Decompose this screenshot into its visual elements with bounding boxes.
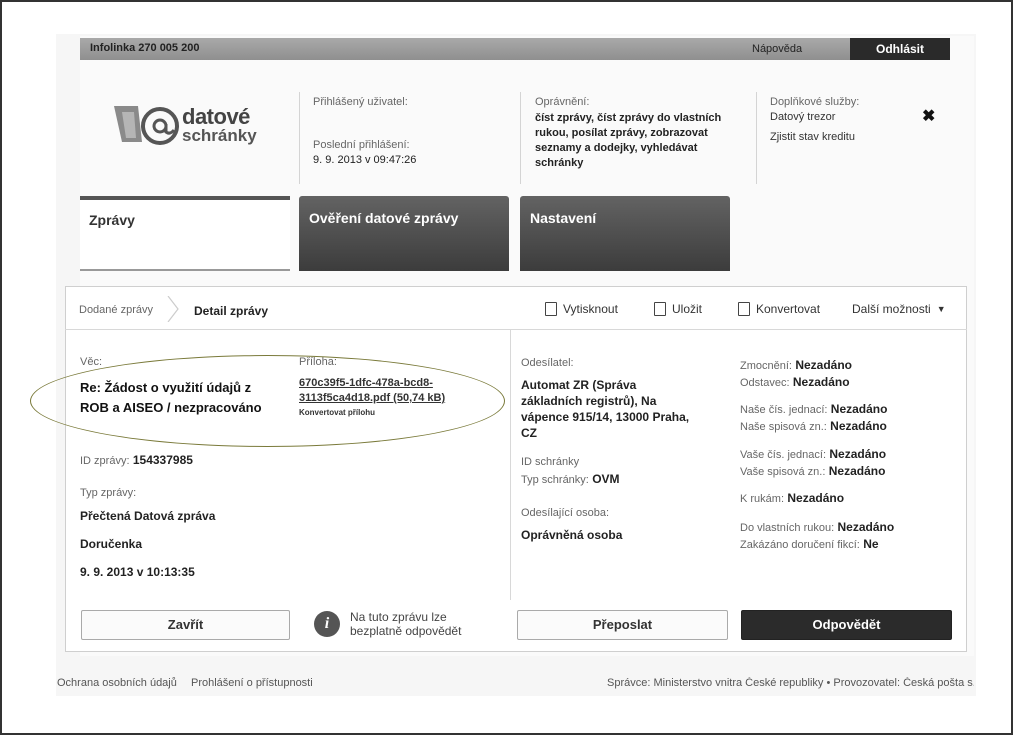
details-group-1: Zmocnění: Nezadáno Odstavec: Nezadáno [740, 357, 852, 391]
detail-label: Zmocnění: [740, 360, 792, 372]
box-type-label: Typ schránky: [521, 474, 589, 486]
print-label: Vytisknout [563, 302, 618, 316]
save-button[interactable]: Uložit [654, 302, 702, 316]
sending-person-label: Odesílající osoba: [521, 507, 610, 519]
detail-value: Nezadáno [837, 520, 895, 534]
sender-line: základních registrů), Na [521, 394, 657, 408]
highlight-ellipse [30, 355, 505, 447]
subject-label: Věc: [80, 356, 103, 368]
column-divider [510, 330, 511, 600]
check-credit-link[interactable]: Zjistit stav kreditu [770, 131, 855, 143]
detail-value: Nezadáno [829, 447, 887, 461]
forward-button[interactable]: Přeposlat [517, 610, 728, 640]
convert-label: Konvertovat [756, 302, 821, 316]
chevron-down-icon: ▼ [936, 304, 946, 314]
header-divider [756, 92, 757, 184]
details-group-2: Naše čís. jednací: Nezadáno Naše spisová… [740, 401, 887, 435]
detail-value: Nezadáno [830, 419, 887, 433]
close-button[interactable]: Zavřít [81, 610, 290, 640]
detail-value: Nezadáno [787, 491, 845, 505]
close-icon[interactable]: ✖ [922, 106, 935, 126]
print-button[interactable]: Vytisknout [545, 302, 618, 316]
tab-label: Zprávy [89, 212, 135, 228]
more-options-dropdown[interactable]: Další možnosti ▼ [852, 302, 946, 316]
detail-value: Ne [863, 537, 879, 551]
box-type-value: OVM [592, 472, 620, 486]
message-id-value: 154337985 [132, 453, 193, 467]
detail-label: Vaše spisová zn.: [740, 466, 826, 478]
convert-icon [738, 302, 750, 316]
detail-label: Naše čís. jednací: [740, 404, 828, 416]
permissions-value: číst zprávy, číst zprávy do vlastních ru… [535, 112, 722, 169]
message-type-label: Typ zprávy: [80, 487, 137, 499]
header-divider [520, 92, 521, 184]
tab-settings[interactable]: Nastavení [520, 196, 730, 271]
box-type-field: Typ schránky: OVM [521, 472, 620, 486]
logged-user-label: Přihlášený uživatel: [313, 96, 408, 108]
message-id-field: ID zprávy: 154337985 [80, 453, 193, 467]
delivery-date-value: 9. 9. 2013 v 10:13:35 [80, 565, 195, 579]
top-bar: Infolinka 270 005 200 Nápověda Odhlásit [80, 38, 950, 60]
privacy-link[interactable]: Ochrana osobních údajů [57, 677, 177, 689]
sender-line: CZ [521, 426, 537, 440]
message-id-label: ID zprávy: [80, 455, 130, 467]
detail-label: Zakázáno doručení fikcí: [740, 539, 860, 551]
save-icon [654, 302, 666, 316]
details-attn: K rukám: Nezadáno [740, 491, 844, 505]
convert-button[interactable]: Konvertovat [738, 302, 820, 316]
datove-schranky-logo-icon [114, 106, 179, 145]
detail-label: K rukám: [740, 493, 785, 505]
detail-label: Naše spisová zn.: [740, 421, 827, 433]
sender-line: Automat ZR (Správa [521, 378, 637, 392]
sender-value: Automat ZR (Správa základních registrů),… [521, 377, 689, 441]
tab-label: Nastavení [530, 210, 597, 226]
more-options-label: Další možnosti [852, 302, 931, 316]
permissions-label: Oprávnění: [535, 96, 590, 108]
logout-button[interactable]: Odhlásit [850, 38, 950, 60]
box-id-label: ID schránky [521, 456, 580, 468]
message-type-value: Přečtená Datová zpráva [80, 509, 216, 523]
info-icon: i [314, 611, 340, 637]
detail-label: Odstavec: [740, 377, 790, 389]
print-icon [545, 302, 557, 316]
tab-message-verification[interactable]: Ověření datové zprávy [299, 196, 509, 271]
detail-label: Do vlastních rukou: [740, 522, 835, 534]
delivery-receipt-value: Doručenka [80, 537, 143, 551]
free-reply-info: Na tuto zprávu lze bezplatně odpovědět [350, 610, 462, 638]
details-group-3: Vaše čís. jednací: Nezadáno Vaše spisová… [740, 446, 886, 480]
breadcrumb-current: Detail zprávy [194, 304, 269, 318]
operator-info: Správce: Ministerstvo vnitra České repub… [607, 677, 974, 689]
breadcrumb-separator-icon [167, 296, 179, 322]
sender-label: Odesílatel: [521, 357, 574, 369]
tab-label: Ověření datové zprávy [309, 210, 459, 226]
infoline: Infolinka 270 005 200 [90, 42, 200, 54]
help-link[interactable]: Nápověda [752, 43, 802, 55]
save-label: Uložit [672, 302, 703, 316]
detail-value: Nezadáno [828, 464, 886, 478]
last-login-value: 9. 9. 2013 v 09:47:26 [313, 154, 417, 166]
logo-text-line2: schránky [182, 126, 257, 145]
detail-value: Nezadáno [830, 402, 888, 416]
detail-label: Vaše čís. jednací: [740, 449, 827, 461]
detail-value: Nezadáno [792, 375, 850, 389]
tab-messages[interactable]: Zprávy [80, 196, 290, 271]
sender-line: vápence 915/14, 13000 Praha, [521, 410, 690, 424]
reply-button[interactable]: Odpovědět [741, 610, 952, 640]
header-divider [299, 92, 300, 184]
accessibility-link[interactable]: Prohlášení o přístupnosti [191, 677, 313, 689]
last-login-label: Poslední přihlášení: [313, 139, 410, 151]
data-vault-link[interactable]: Datový trezor [770, 111, 835, 123]
details-group-4: Do vlastních rukou: Nezadáno Zakázáno do… [740, 519, 894, 553]
breadcrumb-parent[interactable]: Dodané zprávy [79, 304, 153, 316]
extra-services-label: Doplňkové služby: [770, 96, 860, 108]
logo[interactable]: datové schránky [112, 100, 262, 150]
sending-person-value: Oprávněná osoba [521, 528, 623, 542]
detail-value: Nezadáno [795, 358, 852, 372]
